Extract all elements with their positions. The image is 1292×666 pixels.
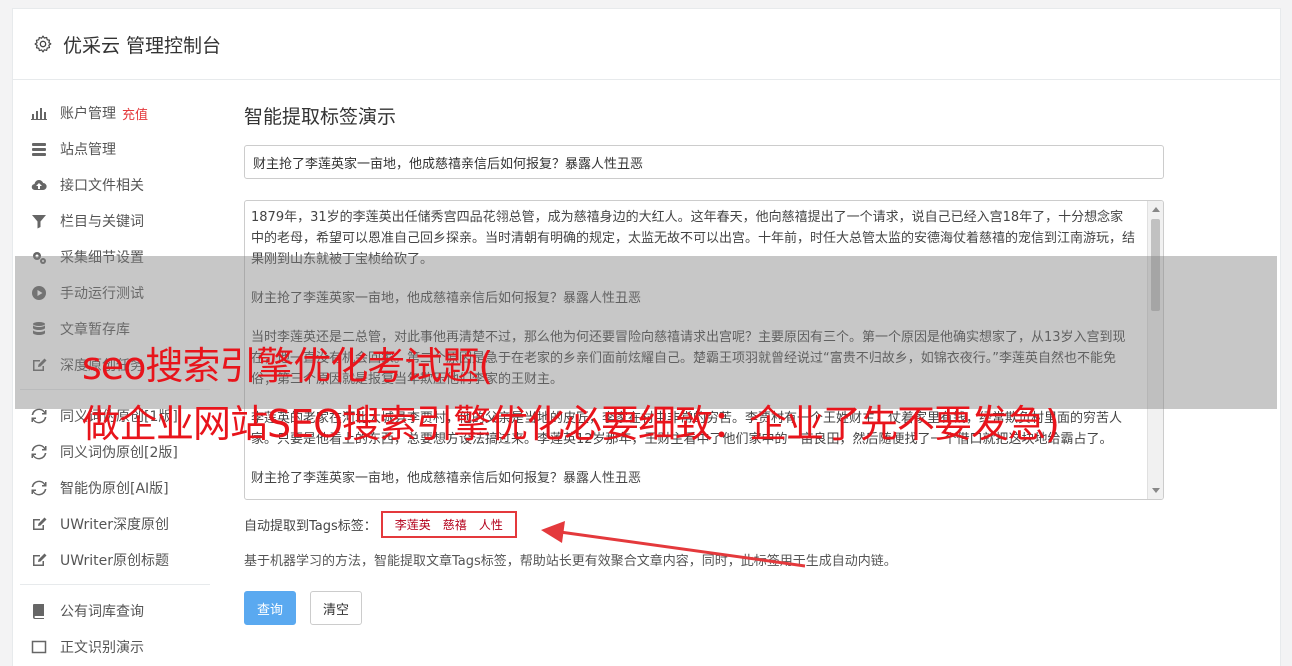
tags-highlight-box: 李莲英 慈禧 人性	[380, 510, 517, 538]
sidebar-item-label: 账户管理	[60, 106, 116, 122]
sidebar-item-interface[interactable]: 接口文件相关	[20, 167, 210, 203]
sidebar-item-label: 正文识别演示	[60, 640, 144, 656]
clear-button[interactable]: 清空	[310, 591, 363, 625]
gear-icon	[34, 35, 52, 53]
sidebar-item-uwriter-title[interactable]: UWriter原创标题	[20, 542, 210, 578]
refresh-icon	[30, 407, 48, 425]
sidebar-item-label: 接口文件相关	[60, 178, 144, 194]
overlay-title-line2: 做企业网站SEO搜索引擎优化必要细致：企业了先不要发急)	[82, 402, 1060, 446]
section-title: 智能提取标签演示	[244, 106, 397, 128]
sidebar-divider	[20, 584, 210, 585]
sidebar-item-account[interactable]: 账户管理 充值	[20, 95, 210, 131]
book-icon	[30, 602, 48, 620]
sidebar-item-public-lexicon[interactable]: 公有词库查询	[20, 593, 210, 629]
tags-label: 自动提取到Tags标签：	[244, 518, 377, 534]
sidebar-item-label: UWriter原创标题	[60, 553, 169, 569]
sidebar-item-text-recognition[interactable]: 正文识别演示	[20, 629, 210, 665]
scroll-up-arrow-icon[interactable]	[1152, 207, 1160, 212]
query-button[interactable]: 查询	[244, 591, 297, 625]
tag-item[interactable]: 慈禧	[439, 516, 471, 533]
feature-description: 基于机器学习的方法，智能提取文章Tags标签，帮助站长更有效聚合文章内容，同时，…	[244, 554, 897, 569]
sidebar-item-sites[interactable]: 站点管理	[20, 131, 210, 167]
cloud-upload-icon	[30, 176, 48, 194]
refresh-icon	[30, 479, 48, 497]
sidebar-item-uwriter-deep[interactable]: UWriter深度原创	[20, 506, 210, 542]
tag-item[interactable]: 人性	[475, 516, 507, 533]
edit-icon	[30, 551, 48, 569]
tag-item[interactable]: 李莲英	[391, 516, 435, 533]
edit-icon	[30, 515, 48, 533]
server-icon	[30, 140, 48, 158]
sidebar-item-label: 站点管理	[60, 142, 116, 158]
title-input[interactable]	[244, 145, 1164, 179]
panel-header: 优采云 管理控制台	[13, 9, 1280, 80]
sidebar-item-label: 公有词库查询	[60, 604, 144, 620]
overlay-title-line1: seo搜索引擎优化考试题(	[82, 344, 493, 388]
filter-icon	[30, 212, 48, 230]
sidebar-item-label: 栏目与关键词	[60, 214, 144, 230]
article-paragraph: 财主抢了李莲英家一亩地，他成慈禧亲信后如何报复？暴露人性丑恶	[251, 471, 642, 486]
page-title: 优采云 管理控制台	[63, 34, 222, 57]
recharge-link[interactable]: 充值	[122, 104, 148, 123]
tags-row: 自动提取到Tags标签： 李莲英 慈禧 人性	[244, 510, 1164, 538]
refresh-icon	[30, 443, 48, 461]
scroll-down-arrow-icon[interactable]	[1152, 488, 1160, 493]
sidebar-item-label: UWriter深度原创	[60, 517, 169, 533]
sidebar-item-label: 智能伪原创[AI版]	[60, 481, 169, 497]
sidebar-item-columns[interactable]: 栏目与关键词	[20, 203, 210, 239]
square-icon	[30, 638, 48, 656]
button-row: 查询 清空	[244, 591, 1164, 625]
sidebar-item-ai-rewrite[interactable]: 智能伪原创[AI版]	[20, 470, 210, 506]
bar-chart-icon	[30, 104, 48, 122]
